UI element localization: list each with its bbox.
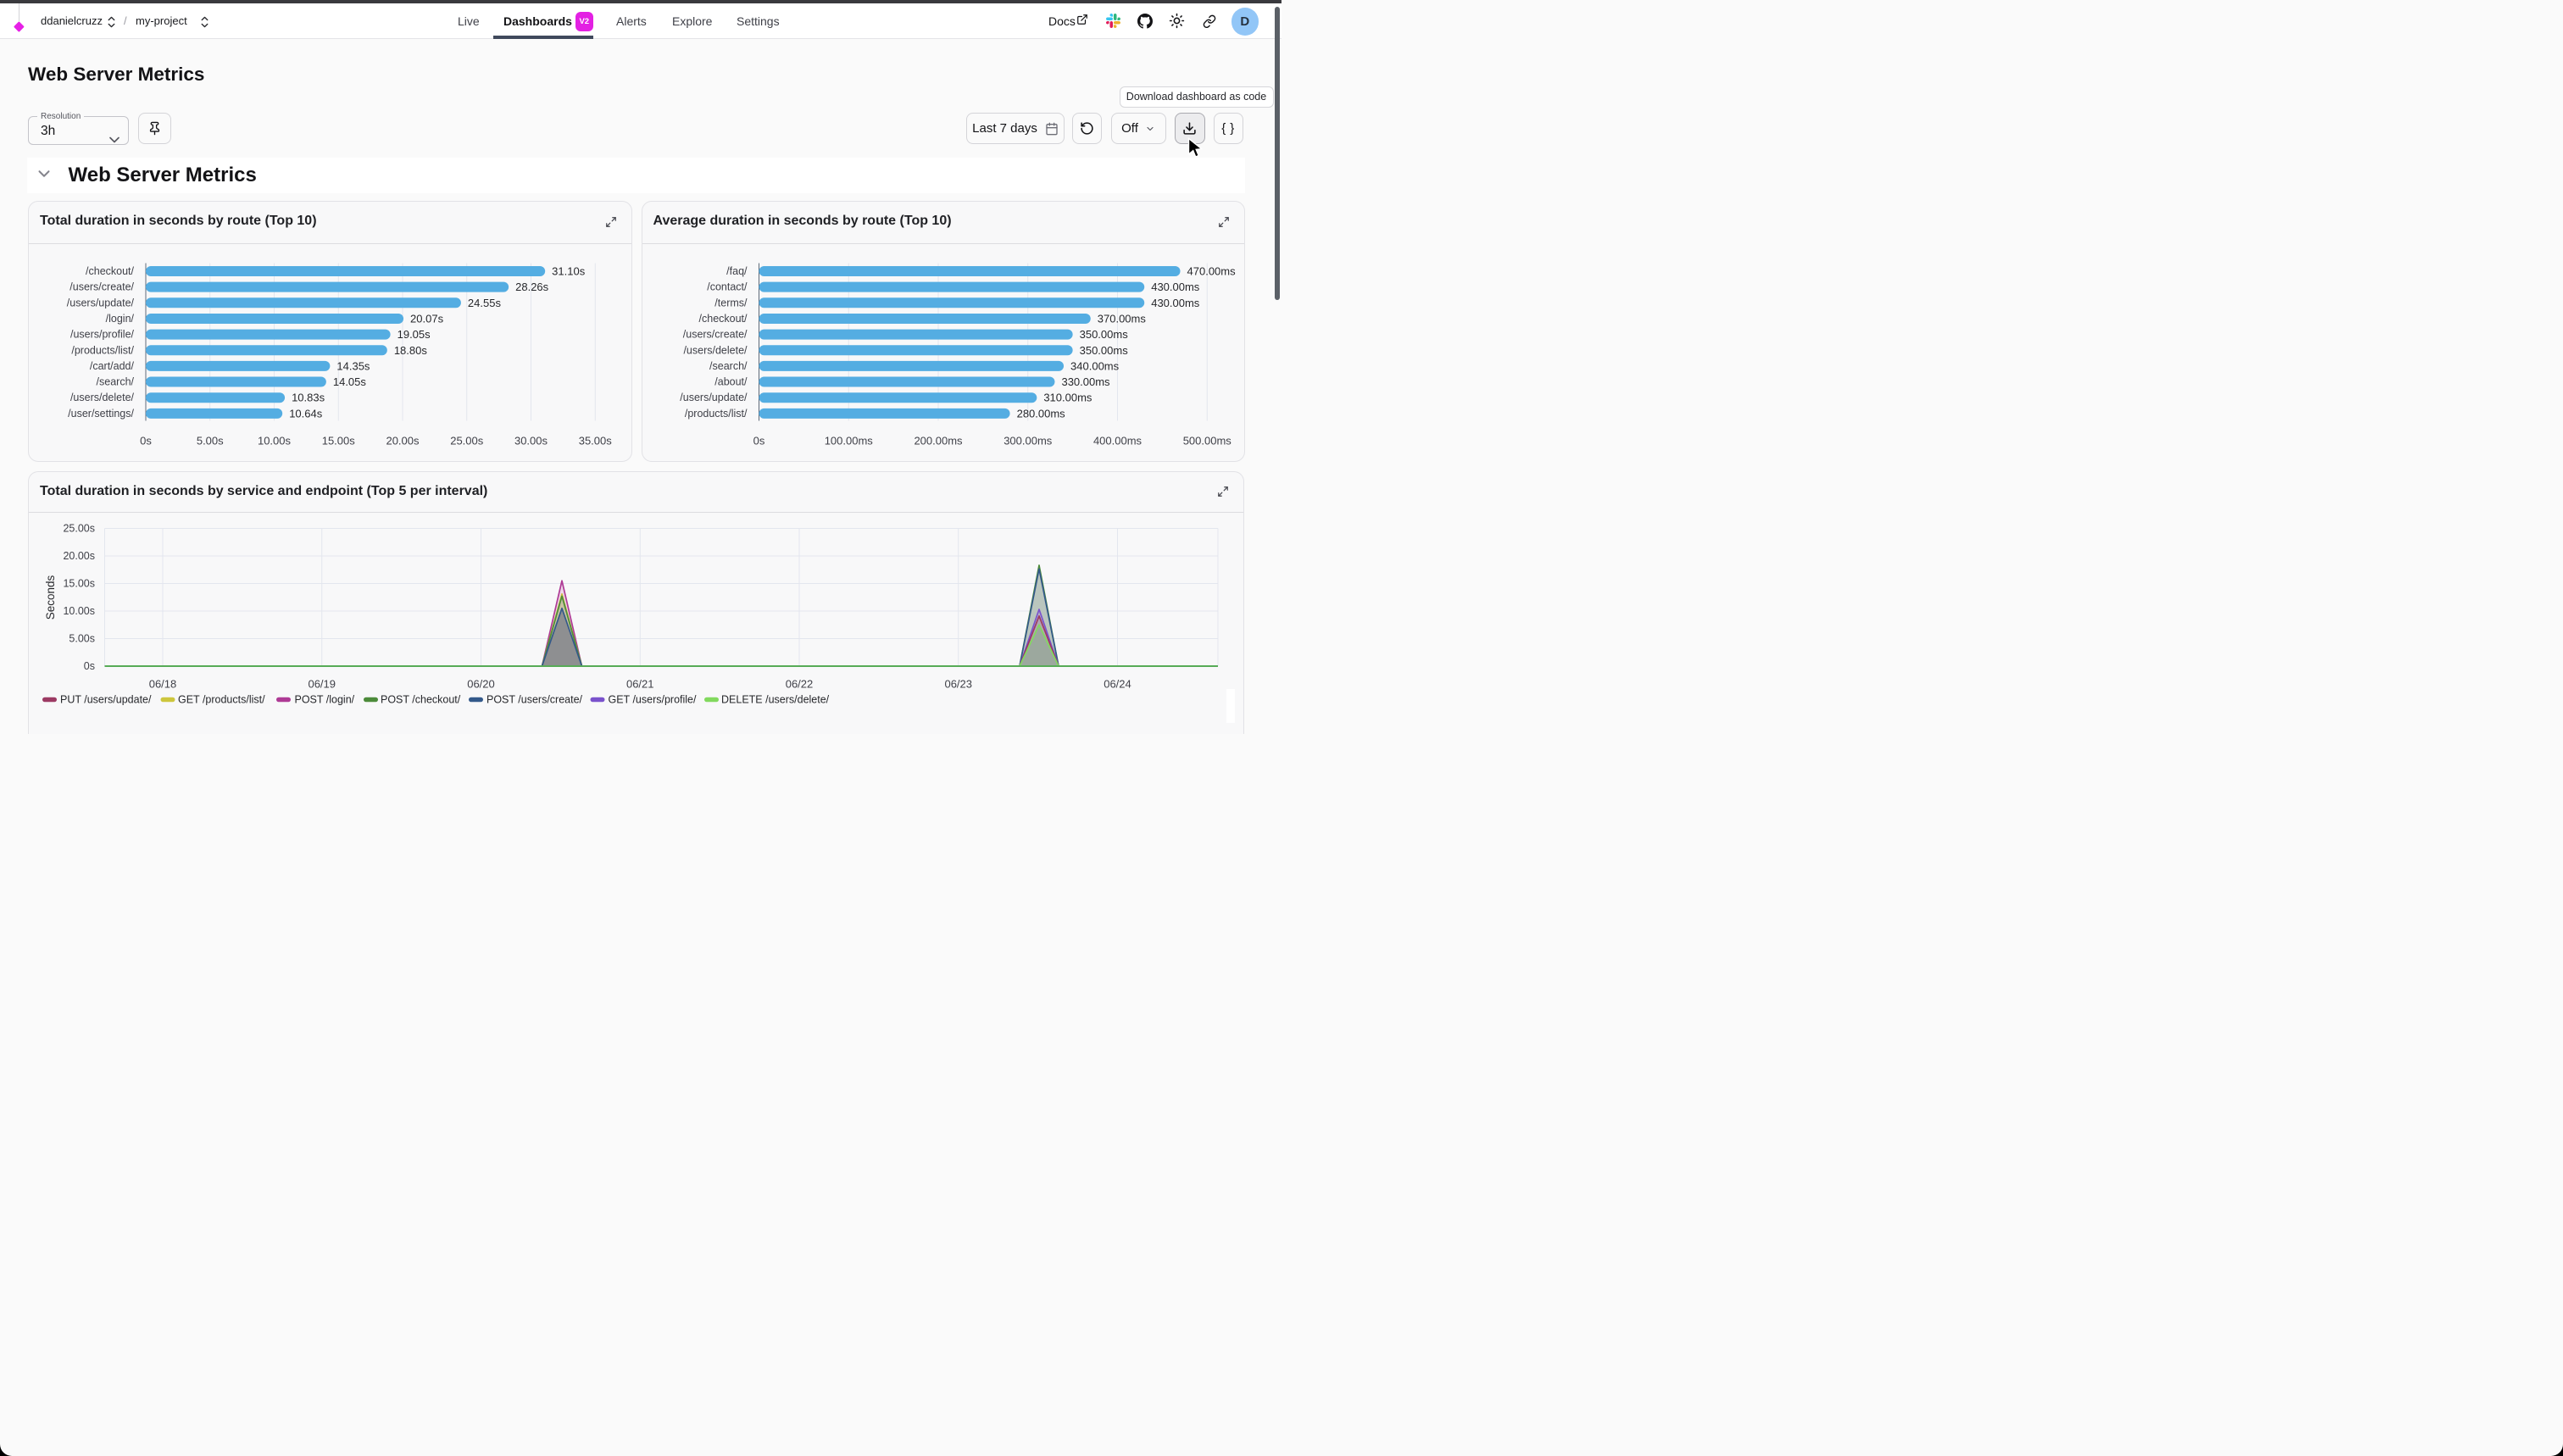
svg-text:370.00ms: 370.00ms	[1097, 312, 1146, 325]
svg-text:10.00s: 10.00s	[258, 434, 292, 447]
svg-text:35.00s: 35.00s	[579, 434, 613, 447]
svg-text:06/19: 06/19	[308, 678, 336, 691]
svg-text:/users/update/: /users/update/	[67, 297, 135, 308]
svg-text:POST /login/: POST /login/	[295, 694, 355, 706]
svg-text:/cart/add/: /cart/add/	[90, 359, 135, 371]
svg-text:06/21: 06/21	[626, 678, 654, 691]
svg-text:15.00s: 15.00s	[63, 578, 95, 590]
svg-text:0s: 0s	[753, 434, 764, 447]
svg-text:/users/delete/: /users/delete/	[70, 392, 135, 403]
svg-text:/users/create/: /users/create/	[69, 281, 134, 292]
svg-text:500.00ms: 500.00ms	[1182, 434, 1231, 447]
svg-text:POST /checkout/: POST /checkout/	[381, 694, 461, 706]
svg-text:/users/profile/: /users/profile/	[70, 328, 135, 340]
svg-text:DELETE /users/delete/: DELETE /users/delete/	[721, 694, 830, 706]
svg-text:15.00s: 15.00s	[322, 434, 356, 447]
svg-text:/user/settings/: /user/settings/	[68, 407, 134, 419]
svg-text:200.00ms: 200.00ms	[914, 434, 963, 447]
svg-text:/checkout/: /checkout/	[86, 265, 135, 277]
svg-text:350.00ms: 350.00ms	[1079, 328, 1128, 341]
svg-text:310.00ms: 310.00ms	[1043, 391, 1092, 403]
svg-text:24.55s: 24.55s	[468, 296, 502, 308]
svg-text:430.00ms: 430.00ms	[1151, 281, 1200, 293]
svg-text:0s: 0s	[140, 434, 152, 447]
svg-text:/terms/: /terms/	[714, 297, 748, 308]
svg-text:/users/create/: /users/create/	[682, 328, 747, 340]
svg-text:/products/list/: /products/list/	[684, 407, 747, 419]
svg-text:PUT /users/update/: PUT /users/update/	[60, 694, 152, 706]
svg-text:30.00s: 30.00s	[514, 434, 548, 447]
svg-text:/login/: /login/	[106, 312, 135, 324]
svg-text:10.64s: 10.64s	[289, 407, 323, 420]
svg-text:06/23: 06/23	[944, 678, 972, 691]
svg-text:/contact/: /contact/	[707, 281, 748, 292]
svg-text:06/18: 06/18	[149, 678, 177, 691]
svg-text:5.00s: 5.00s	[69, 633, 95, 645]
svg-text:/users/update/: /users/update/	[680, 392, 748, 403]
svg-text:GET /products/list/: GET /products/list/	[178, 694, 265, 706]
svg-text:400.00ms: 400.00ms	[1092, 434, 1142, 447]
svg-text:POST /users/create/: POST /users/create/	[486, 694, 583, 706]
svg-text:25.00s: 25.00s	[63, 523, 95, 535]
svg-text:25.00s: 25.00s	[450, 434, 484, 447]
svg-text:280.00ms: 280.00ms	[1016, 407, 1065, 420]
svg-text:/checkout/: /checkout/	[698, 312, 748, 324]
svg-text:31.10s: 31.10s	[552, 264, 586, 277]
svg-text:/search/: /search/	[97, 375, 135, 387]
svg-text:/search/: /search/	[709, 359, 748, 371]
svg-text:20.00s: 20.00s	[63, 550, 95, 562]
svg-text:300.00ms: 300.00ms	[1004, 434, 1053, 447]
svg-text:06/22: 06/22	[786, 678, 814, 691]
svg-text:100.00ms: 100.00ms	[824, 434, 873, 447]
svg-text:Seconds: Seconds	[44, 575, 57, 620]
svg-text:20.00s: 20.00s	[386, 434, 420, 447]
svg-text:06/24: 06/24	[1104, 678, 1131, 691]
svg-text:10.83s: 10.83s	[292, 391, 325, 403]
svg-text:18.80s: 18.80s	[394, 343, 428, 356]
svg-text:350.00ms: 350.00ms	[1079, 343, 1128, 356]
svg-text:14.35s: 14.35s	[336, 359, 370, 372]
svg-text:14.05s: 14.05s	[333, 375, 367, 388]
svg-text:0s: 0s	[84, 660, 95, 672]
svg-text:330.00ms: 330.00ms	[1061, 375, 1110, 388]
svg-text:430.00ms: 430.00ms	[1151, 296, 1200, 308]
svg-text:10.00s: 10.00s	[63, 605, 95, 617]
svg-text:/users/delete/: /users/delete/	[683, 344, 748, 356]
svg-text:5.00s: 5.00s	[197, 434, 224, 447]
svg-text:/about/: /about/	[714, 375, 748, 387]
svg-text:19.05s: 19.05s	[398, 328, 431, 341]
svg-text:06/20: 06/20	[467, 678, 495, 691]
svg-text:/faq/: /faq/	[726, 265, 748, 277]
svg-text:/products/list/: /products/list/	[71, 344, 134, 356]
svg-text:GET /users/profile/: GET /users/profile/	[609, 694, 698, 706]
svg-text:470.00ms: 470.00ms	[1187, 264, 1236, 277]
svg-text:340.00ms: 340.00ms	[1070, 359, 1120, 372]
svg-text:20.07s: 20.07s	[410, 312, 444, 325]
svg-text:28.26s: 28.26s	[515, 281, 549, 293]
